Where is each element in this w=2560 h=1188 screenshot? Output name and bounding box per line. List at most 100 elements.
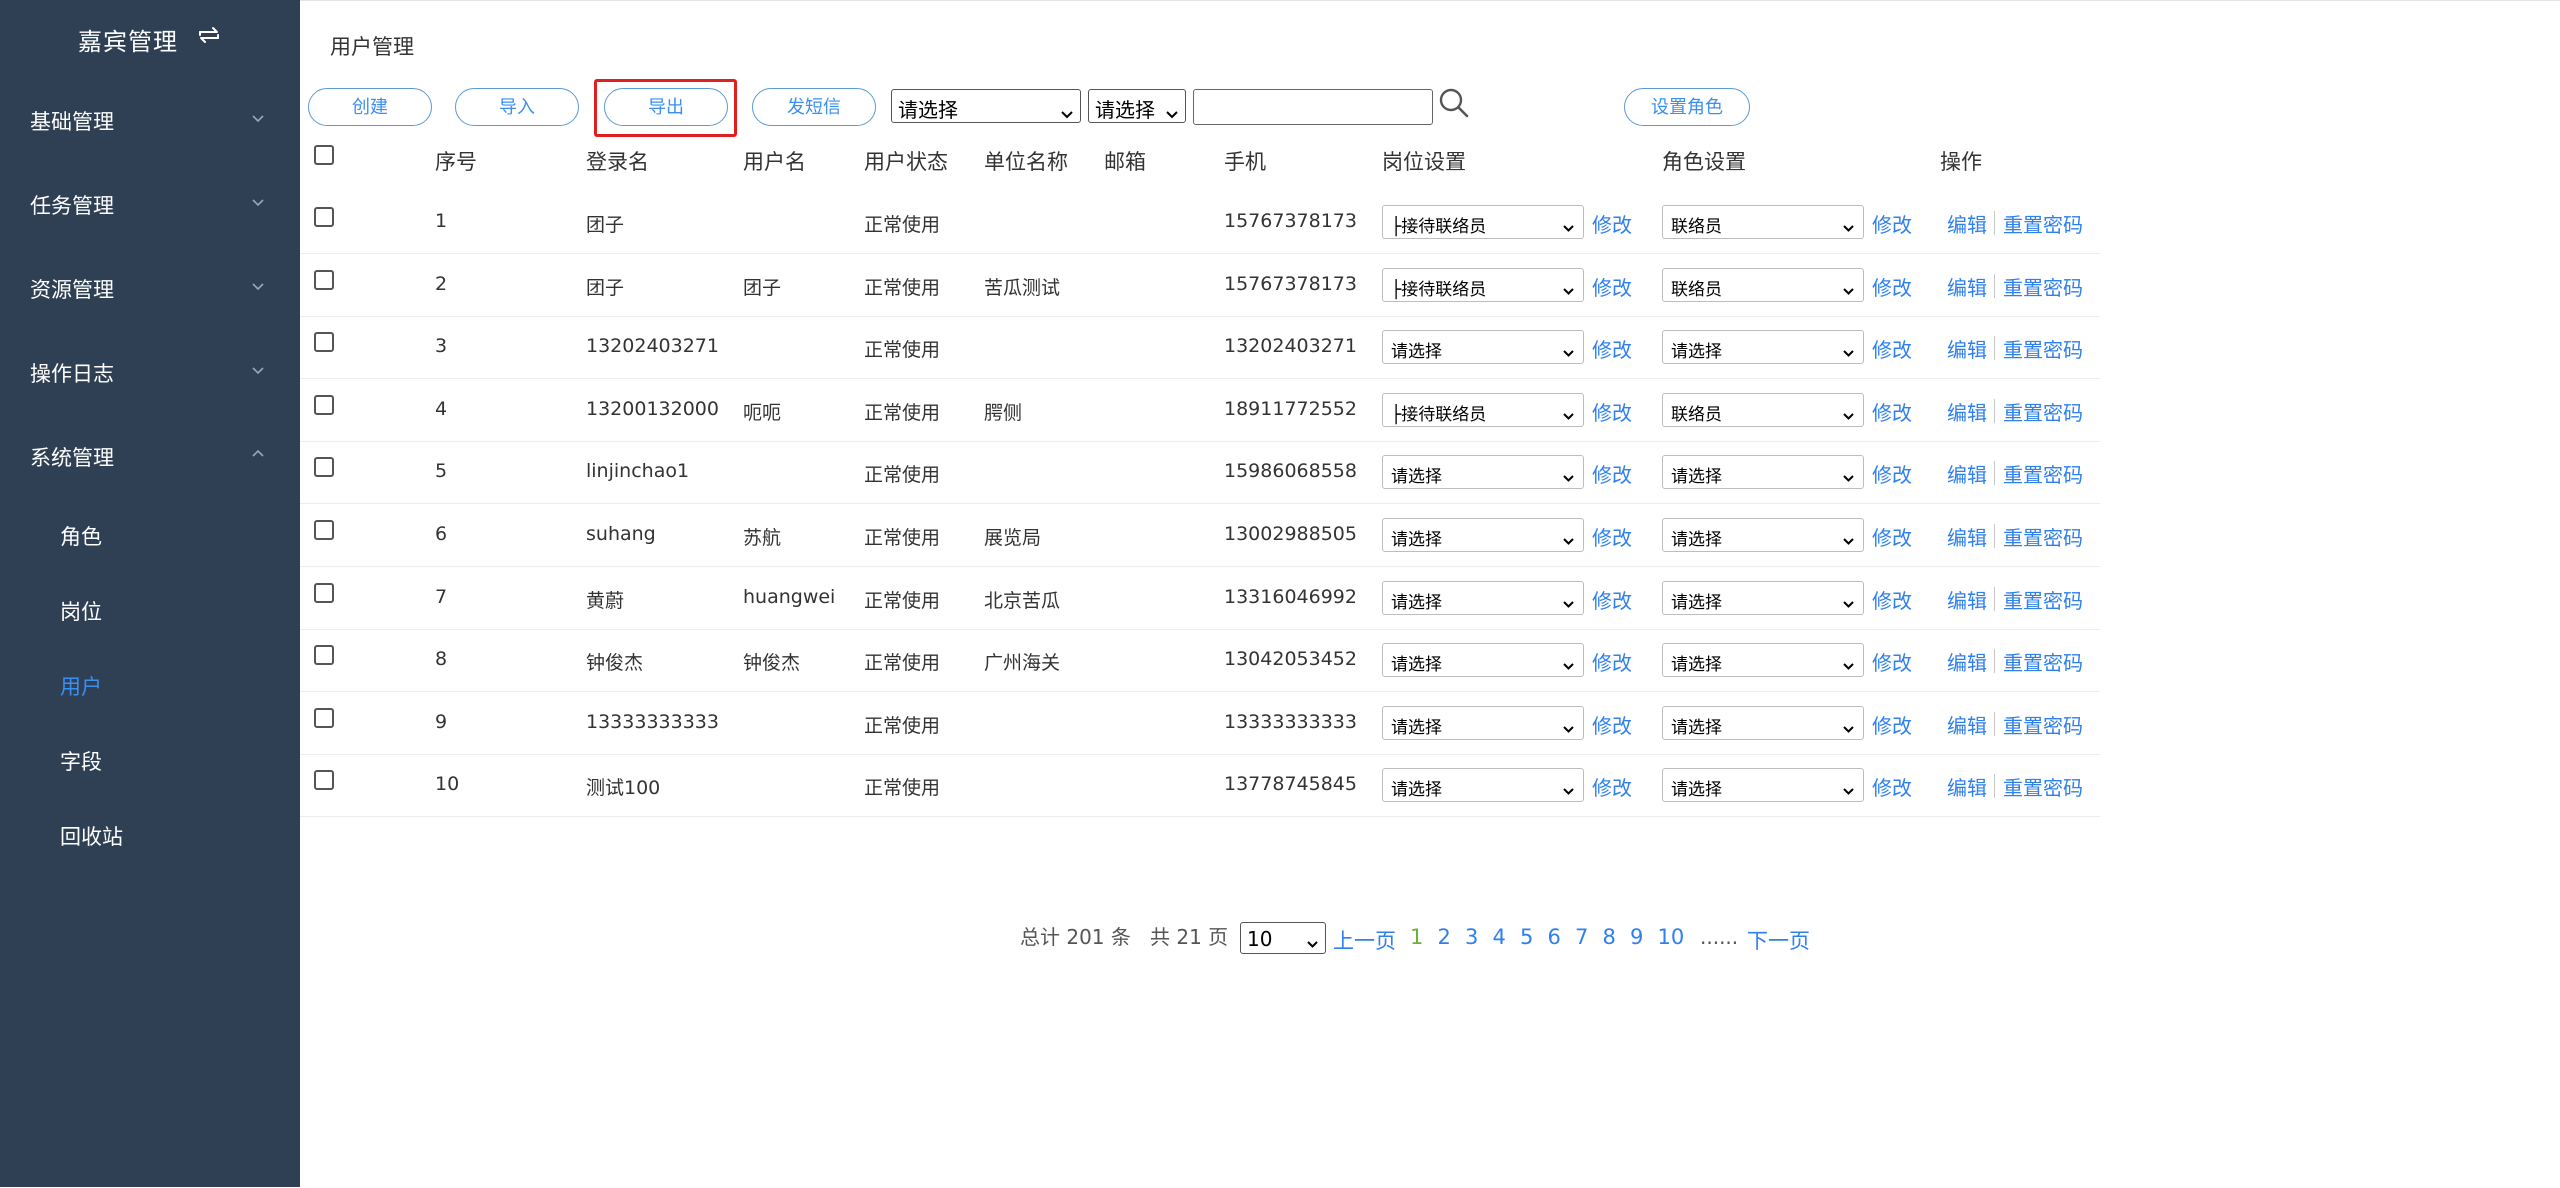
reset-password-link[interactable]: 重置密码 xyxy=(2003,522,2083,551)
edit-link[interactable]: 编辑 xyxy=(1947,710,1987,739)
row-checkbox[interactable] xyxy=(314,582,334,603)
edit-link[interactable]: 编辑 xyxy=(1947,647,1987,676)
page-link-3[interactable]: 3 xyxy=(1465,925,1478,949)
role-select[interactable]: 请选择 xyxy=(1662,768,1864,803)
page-link-6[interactable]: 6 xyxy=(1548,925,1561,949)
reset-password-link[interactable]: 重置密码 xyxy=(2003,459,2083,488)
reset-password-link[interactable]: 重置密码 xyxy=(2003,647,2083,676)
modify-role-link[interactable]: 修改 xyxy=(1872,459,1912,488)
switch-icon[interactable] xyxy=(196,24,222,46)
position-select[interactable]: 请选择 xyxy=(1382,580,1584,615)
row-checkbox[interactable] xyxy=(314,645,334,666)
select-all-checkbox[interactable] xyxy=(314,145,334,165)
send-sms-button[interactable]: 发短信 xyxy=(752,88,876,126)
modify-position-link[interactable]: 修改 xyxy=(1592,772,1632,801)
page-size-select[interactable]: 10 xyxy=(1240,922,1326,954)
sidebar-item-user[interactable]: 用户 xyxy=(0,659,300,707)
position-select[interactable]: 请选择 xyxy=(1382,518,1584,552)
edit-link[interactable]: 编辑 xyxy=(1947,334,1987,363)
row-checkbox[interactable] xyxy=(314,332,334,353)
modify-role-link[interactable]: 修改 xyxy=(1872,522,1912,551)
reset-password-link[interactable]: 重置密码 xyxy=(2003,272,2083,301)
menu-group-system[interactable]: 系统管理 xyxy=(0,428,300,480)
edit-link[interactable]: 编辑 xyxy=(1947,772,1987,801)
position-select[interactable]: 请选择 xyxy=(1382,455,1584,490)
edit-link[interactable]: 编辑 xyxy=(1947,397,1987,426)
position-select[interactable]: 请选择 xyxy=(1382,330,1584,365)
reset-password-link[interactable]: 重置密码 xyxy=(2003,397,2083,426)
modify-role-link[interactable]: 修改 xyxy=(1872,272,1912,301)
modify-role-link[interactable]: 修改 xyxy=(1872,397,1912,426)
sidebar-item-role[interactable]: 角色 xyxy=(0,509,300,557)
page-link-9[interactable]: 9 xyxy=(1630,925,1643,949)
next-page-link[interactable]: 下一页 xyxy=(1747,925,1810,955)
reset-password-link[interactable]: 重置密码 xyxy=(2003,209,2083,238)
create-button[interactable]: 创建 xyxy=(308,88,432,126)
modify-role-link[interactable]: 修改 xyxy=(1872,585,1912,614)
menu-group-basic[interactable]: 基础管理 xyxy=(0,92,300,144)
position-select[interactable]: 请选择 xyxy=(1382,768,1584,803)
role-select[interactable]: 请选择 xyxy=(1662,643,1864,678)
modify-position-link[interactable]: 修改 xyxy=(1592,272,1632,301)
sidebar-item-recycle-bin[interactable]: 回收站 xyxy=(0,809,300,857)
role-select[interactable]: 联络员 xyxy=(1662,205,1864,239)
reset-password-link[interactable]: 重置密码 xyxy=(2003,334,2083,363)
position-select[interactable]: 请选择 xyxy=(1382,705,1584,740)
role-select[interactable]: 联络员 xyxy=(1662,392,1864,427)
prev-page-link[interactable]: 上一页 xyxy=(1333,925,1396,955)
position-select[interactable]: 请选择 xyxy=(1382,643,1584,678)
modify-position-link[interactable]: 修改 xyxy=(1592,647,1632,676)
menu-group-resource[interactable]: 资源管理 xyxy=(0,260,300,312)
edit-link[interactable]: 编辑 xyxy=(1947,585,1987,614)
edit-link[interactable]: 编辑 xyxy=(1947,209,1987,238)
set-role-button[interactable]: 设置角色 xyxy=(1624,88,1750,126)
page-link-7[interactable]: 7 xyxy=(1575,925,1588,949)
page-link-4[interactable]: 4 xyxy=(1493,925,1506,949)
role-select[interactable]: 请选择 xyxy=(1662,705,1864,740)
row-checkbox[interactable] xyxy=(314,457,334,478)
edit-link[interactable]: 编辑 xyxy=(1947,522,1987,551)
position-select[interactable]: ├接待联络员 xyxy=(1382,205,1584,239)
modify-position-link[interactable]: 修改 xyxy=(1592,334,1632,363)
row-checkbox[interactable] xyxy=(314,207,334,227)
reset-password-link[interactable]: 重置密码 xyxy=(2003,772,2083,801)
modify-role-link[interactable]: 修改 xyxy=(1872,334,1912,363)
modify-role-link[interactable]: 修改 xyxy=(1872,772,1912,801)
modify-position-link[interactable]: 修改 xyxy=(1592,397,1632,426)
position-select[interactable]: ├接待联络员 xyxy=(1382,392,1584,427)
row-checkbox[interactable] xyxy=(314,520,334,540)
role-select[interactable]: 请选择 xyxy=(1662,455,1864,490)
role-select[interactable]: 请选择 xyxy=(1662,330,1864,365)
reset-password-link[interactable]: 重置密码 xyxy=(2003,585,2083,614)
modify-role-link[interactable]: 修改 xyxy=(1872,710,1912,739)
row-checkbox[interactable] xyxy=(314,770,334,791)
import-button[interactable]: 导入 xyxy=(455,88,579,126)
sidebar-item-field[interactable]: 字段 xyxy=(0,734,300,782)
position-select[interactable]: ├接待联络员 xyxy=(1382,267,1584,302)
menu-group-task[interactable]: 任务管理 xyxy=(0,176,300,228)
filter-select-1[interactable]: 请选择 xyxy=(891,89,1081,123)
page-link-10[interactable]: 10 xyxy=(1658,925,1685,949)
page-link-5[interactable]: 5 xyxy=(1520,925,1533,949)
filter-select-2[interactable]: 请选择 xyxy=(1088,89,1186,123)
role-select[interactable]: 请选择 xyxy=(1662,518,1864,552)
role-select[interactable]: 请选择 xyxy=(1662,580,1864,615)
page-link-2[interactable]: 2 xyxy=(1438,925,1451,949)
modify-position-link[interactable]: 修改 xyxy=(1592,710,1632,739)
modify-position-link[interactable]: 修改 xyxy=(1592,459,1632,488)
row-checkbox[interactable] xyxy=(314,394,334,415)
role-select[interactable]: 联络员 xyxy=(1662,267,1864,302)
modify-position-link[interactable]: 修改 xyxy=(1592,522,1632,551)
search-icon[interactable] xyxy=(1438,87,1470,119)
row-checkbox[interactable] xyxy=(314,269,334,290)
search-input[interactable] xyxy=(1193,89,1433,125)
edit-link[interactable]: 编辑 xyxy=(1947,459,1987,488)
reset-password-link[interactable]: 重置密码 xyxy=(2003,710,2083,739)
page-link-8[interactable]: 8 xyxy=(1603,925,1616,949)
modify-position-link[interactable]: 修改 xyxy=(1592,209,1632,238)
sidebar-item-position[interactable]: 岗位 xyxy=(0,584,300,632)
modify-position-link[interactable]: 修改 xyxy=(1592,585,1632,614)
edit-link[interactable]: 编辑 xyxy=(1947,272,1987,301)
menu-group-log[interactable]: 操作日志 xyxy=(0,344,300,396)
row-checkbox[interactable] xyxy=(314,707,334,728)
